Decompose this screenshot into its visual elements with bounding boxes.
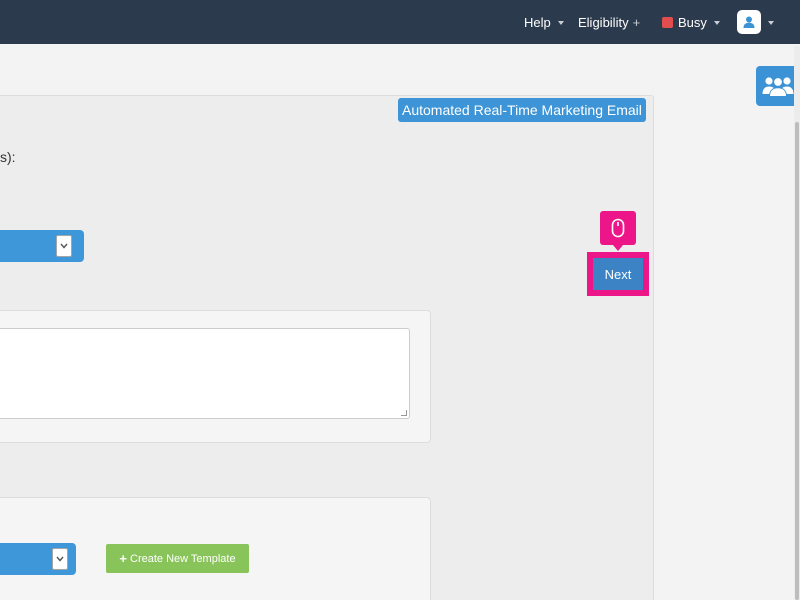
eligibility-menu[interactable]: Eligibility + (578, 0, 640, 44)
help-menu-label: Help (524, 14, 551, 30)
field-label: s): (0, 149, 16, 165)
audience-select[interactable] (0, 230, 84, 262)
user-icon (743, 16, 755, 28)
help-menu[interactable]: Help (524, 0, 564, 44)
campaign-type-badge: Automated Real-Time Marketing Email (398, 98, 646, 122)
user-menu[interactable] (737, 0, 774, 44)
resize-handle-icon[interactable] (401, 410, 407, 416)
status-indicator-icon (662, 16, 673, 28)
mouse-icon (611, 218, 625, 238)
chevron-down-icon (52, 548, 68, 570)
create-template-label: Create New Template (130, 552, 236, 565)
template-select[interactable] (0, 543, 76, 575)
avatar (737, 10, 761, 34)
chevron-down-icon (56, 235, 72, 257)
create-template-button[interactable]: + Create New Template (106, 544, 249, 573)
status-menu[interactable]: Busy (662, 0, 720, 44)
chevron-down-icon (557, 21, 564, 25)
scrollbar-thumb[interactable] (795, 122, 799, 600)
next-button[interactable]: Next (593, 258, 643, 290)
message-textarea[interactable] (0, 328, 410, 419)
eligibility-menu-label: Eligibility (578, 14, 629, 30)
users-icon (762, 77, 794, 97)
plus-icon: + (119, 551, 127, 566)
plus-icon: + (632, 14, 641, 30)
pointer-hint (600, 211, 636, 251)
chevron-down-icon (768, 21, 774, 25)
chevron-down-icon (713, 21, 720, 25)
status-menu-label: Busy (678, 14, 707, 30)
